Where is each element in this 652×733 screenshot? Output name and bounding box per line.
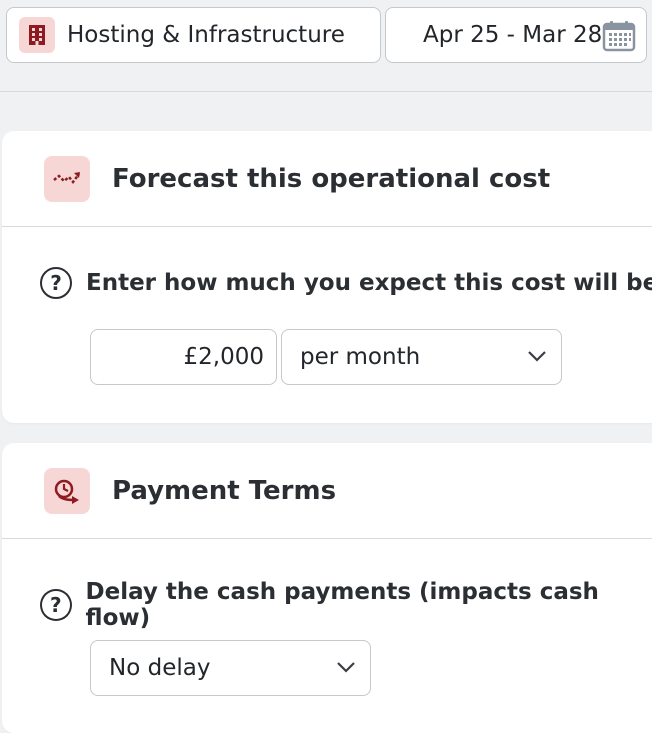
delay-arrow-icon — [44, 467, 90, 514]
forecast-card-header: Forecast this operational cost — [2, 131, 652, 227]
delay-value: No delay — [109, 655, 211, 681]
chevron-down-icon — [527, 348, 547, 367]
amount-input[interactable] — [90, 329, 277, 385]
date-range-label: Apr 25 - Mar 28 — [423, 22, 603, 48]
help-icon[interactable]: ? — [40, 267, 72, 299]
date-range-picker[interactable]: Apr 25 - Mar 28 — [385, 7, 647, 63]
payment-terms-title: Payment Terms — [112, 475, 337, 506]
forecast-question-text: Enter how much you expect this cost will… — [86, 270, 652, 296]
payment-terms-header: Payment Terms — [2, 443, 652, 539]
calendar-icon[interactable] — [602, 20, 636, 56]
period-dropdown[interactable]: per month — [281, 329, 562, 385]
top-bar: Hosting & Infrastructure Apr 25 - Mar 28 — [0, 0, 652, 92]
category-select[interactable]: Hosting & Infrastructure — [6, 7, 381, 63]
forecast-card: Forecast this operational cost ? Enter h… — [2, 131, 652, 423]
period-value: per month — [300, 344, 421, 370]
payment-terms-card: Payment Terms ? Delay the cash payments … — [2, 443, 652, 733]
category-label: Hosting & Infrastructure — [67, 22, 345, 48]
delay-dropdown[interactable]: No delay — [90, 640, 371, 696]
trend-arrow-icon — [44, 155, 90, 202]
payment-question: ? Delay the cash payments (impacts cash … — [40, 579, 652, 631]
payment-question-text: Delay the cash payments (impacts cash fl… — [85, 579, 599, 631]
forecast-question: ? Enter how much you expect this cost wi… — [40, 267, 652, 299]
building-icon — [19, 17, 55, 53]
chevron-down-icon — [336, 659, 356, 678]
help-icon[interactable]: ? — [40, 589, 72, 621]
forecast-title: Forecast this operational cost — [112, 163, 551, 194]
